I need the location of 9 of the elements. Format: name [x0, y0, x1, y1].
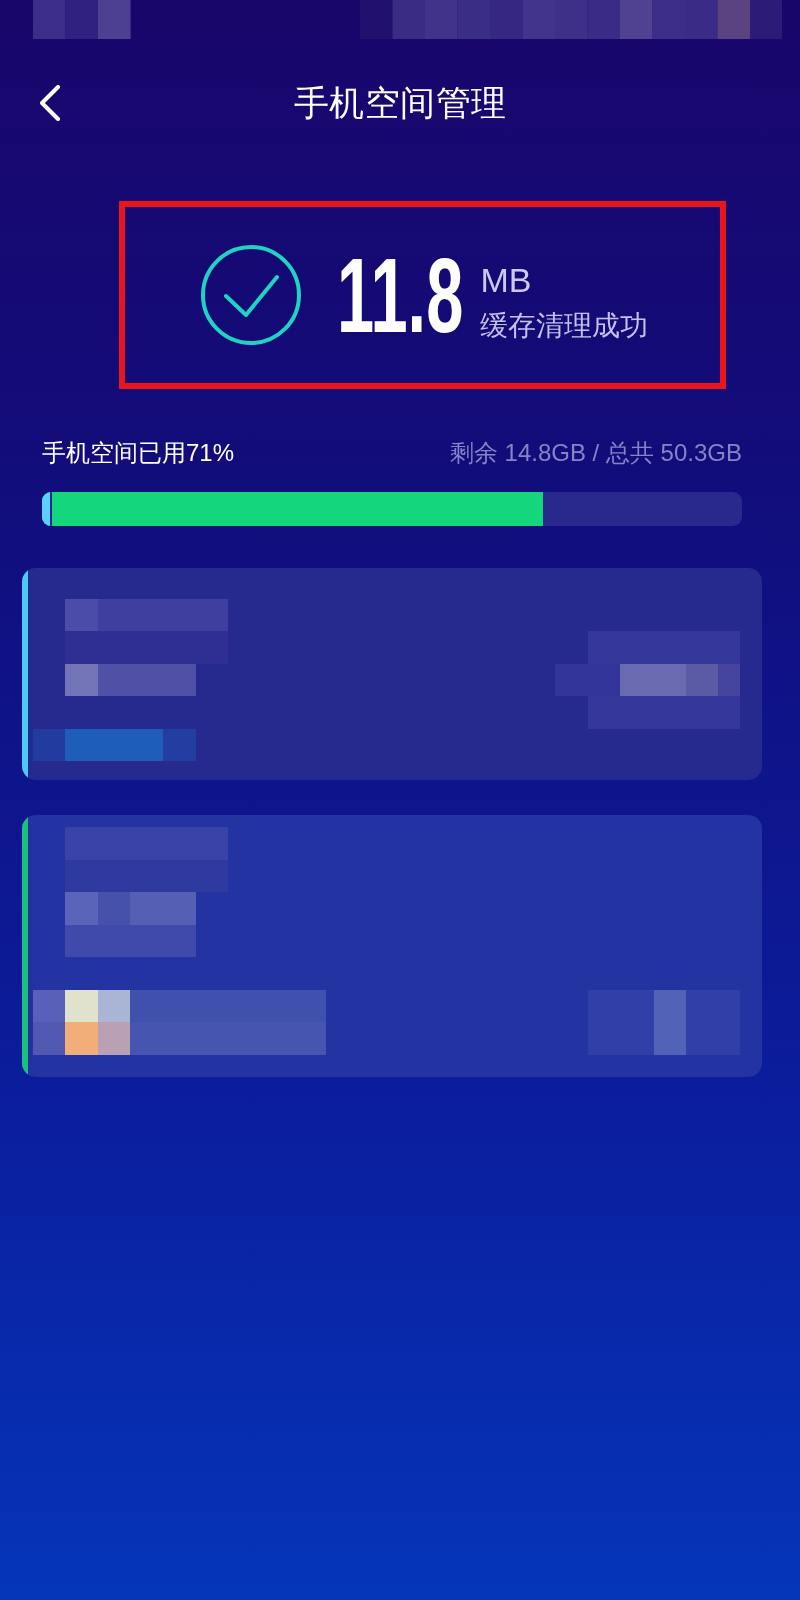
page-title: 手机空间管理 — [293, 81, 507, 124]
amount-unit: MB — [480, 260, 532, 300]
cleaned-amount: 11.8 — [337, 242, 464, 348]
chevron-left-icon — [39, 85, 61, 121]
storage-summary: 剩余 14.8GB / 总共 50.3GB — [449, 438, 742, 468]
storage-used-label: 手机空间已用71% — [42, 438, 235, 468]
cleanup-message: 缓存清理成功 — [480, 309, 649, 343]
check-circle-icon — [201, 245, 301, 345]
back-button[interactable] — [39, 85, 61, 121]
